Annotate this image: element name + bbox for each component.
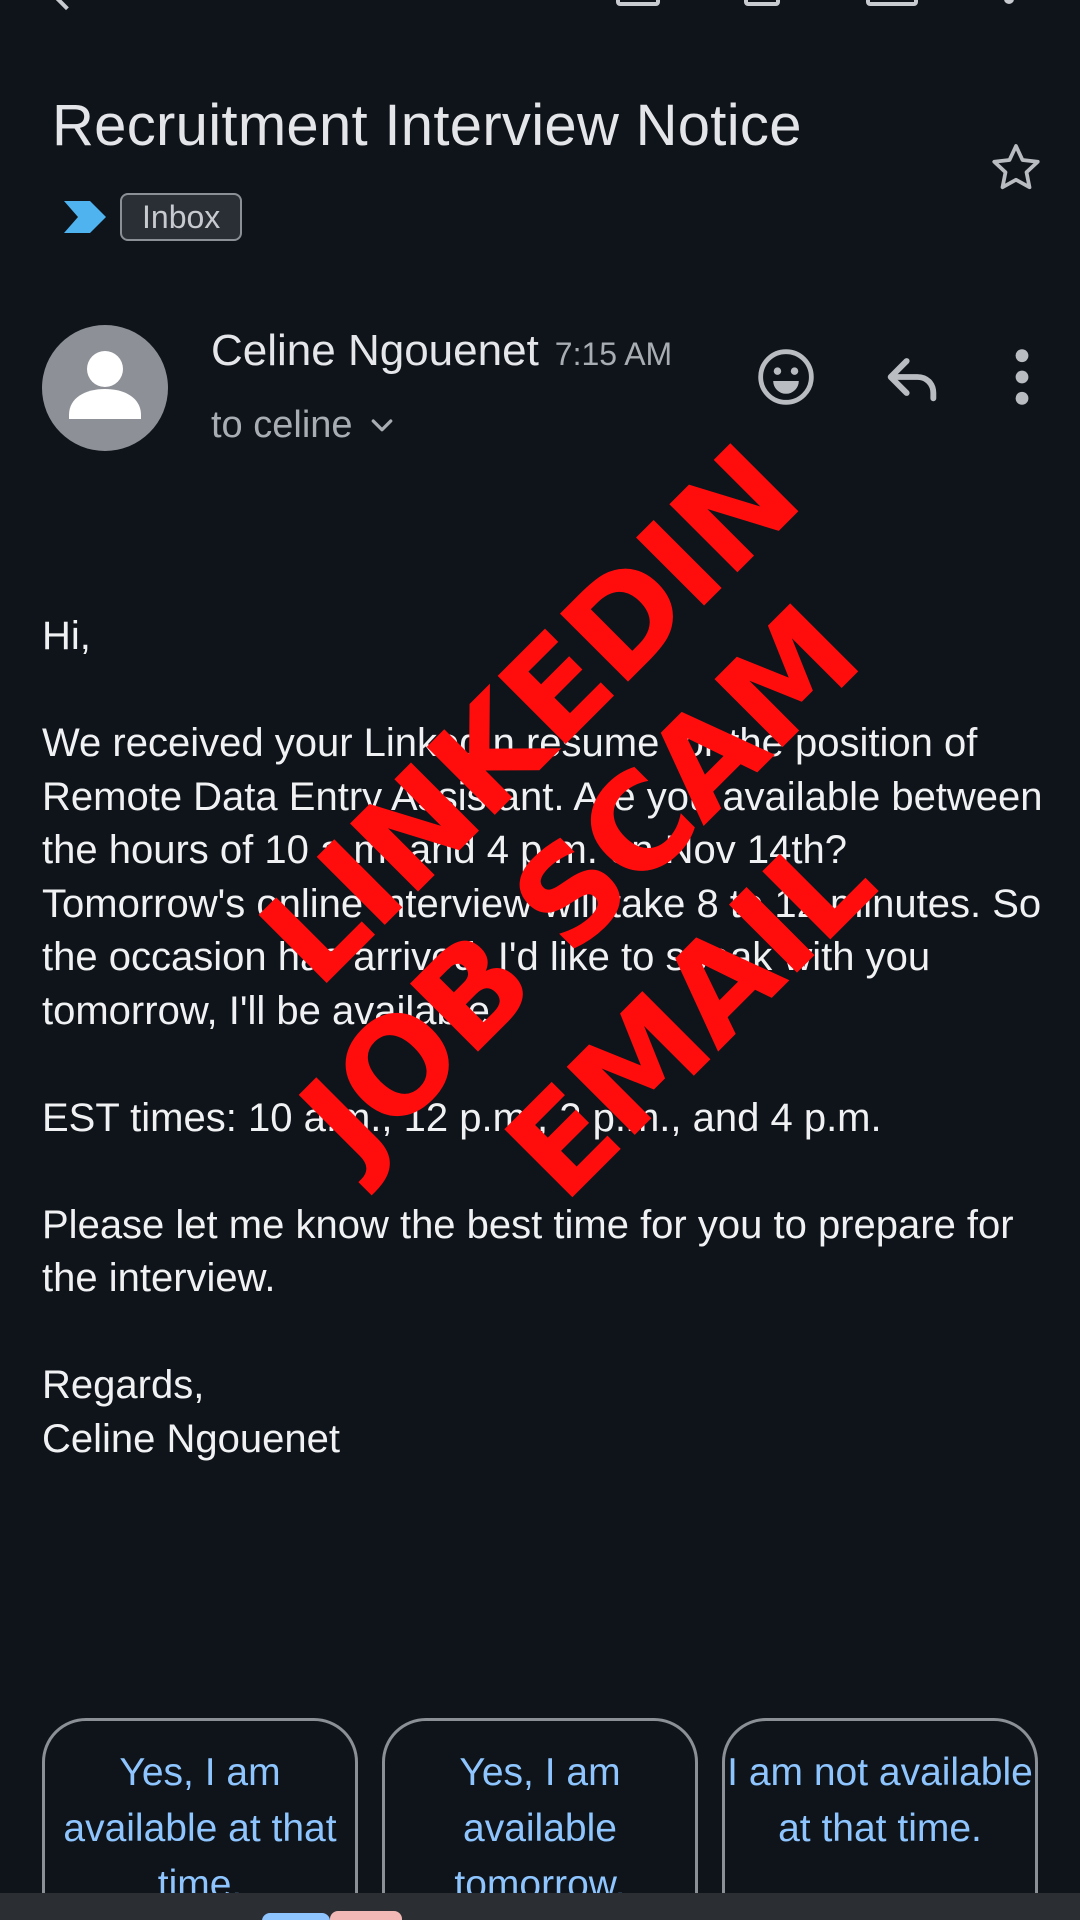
email-view: Recruitment Interview Notice Inbox Celin… xyxy=(0,0,1080,1920)
sent-time: 7:15 AM xyxy=(554,336,673,372)
star-icon[interactable] xyxy=(986,138,1046,198)
more-options-icon[interactable] xyxy=(1000,345,1044,409)
sender-name: Celine Ngouenet xyxy=(211,326,539,375)
person-icon xyxy=(69,351,141,419)
body-paragraph: EST times: 10 a.m., 12 p.m., 2 p.m., and… xyxy=(42,1095,882,1140)
delete-icon[interactable] xyxy=(744,0,780,6)
importance-marker-icon xyxy=(64,201,106,233)
chevron-down-icon xyxy=(371,418,392,431)
smart-reply-button[interactable]: Yes, I am available tomorrow. xyxy=(382,1718,698,1920)
top-toolbar xyxy=(0,0,1080,12)
bottom-nav-indicator xyxy=(330,1911,402,1920)
mail-icon[interactable] xyxy=(866,0,918,6)
body-paragraph: Regards, Celine Ngouenet xyxy=(42,1363,340,1461)
bottom-nav-indicator xyxy=(262,1913,330,1920)
recipient-text: to celine xyxy=(211,404,353,446)
smart-replies: Yes, I am available at that time. Yes, I… xyxy=(42,1718,1038,1920)
recipient-details-toggle[interactable]: to celine xyxy=(211,404,397,447)
body-paragraph: Hi, xyxy=(42,614,91,658)
emoji-reaction-icon[interactable] xyxy=(754,345,818,409)
sender-line: Celine Ngouenet 7:15 AM xyxy=(211,326,672,376)
label-row: Inbox xyxy=(62,193,243,241)
bottom-bar xyxy=(0,1893,1080,1920)
smart-reply-button[interactable]: I am not available at that time. xyxy=(722,1718,1038,1920)
body-paragraph: Please let me know the best time for you… xyxy=(42,1202,1014,1301)
body-paragraph: We received your LinkedIn resume for the… xyxy=(42,721,1043,1033)
back-arrow-icon[interactable] xyxy=(51,0,81,11)
email-subject: Recruitment Interview Notice xyxy=(52,93,802,158)
reply-icon[interactable] xyxy=(880,345,944,409)
more-vert-icon[interactable] xyxy=(1004,0,1014,4)
archive-icon[interactable] xyxy=(616,0,660,6)
smart-reply-button[interactable]: Yes, I am available at that time. xyxy=(42,1718,358,1920)
inbox-label-chip[interactable]: Inbox xyxy=(120,193,243,241)
avatar[interactable] xyxy=(42,325,168,451)
email-body: Hi, We received your LinkedIn resume for… xyxy=(42,610,1052,1520)
